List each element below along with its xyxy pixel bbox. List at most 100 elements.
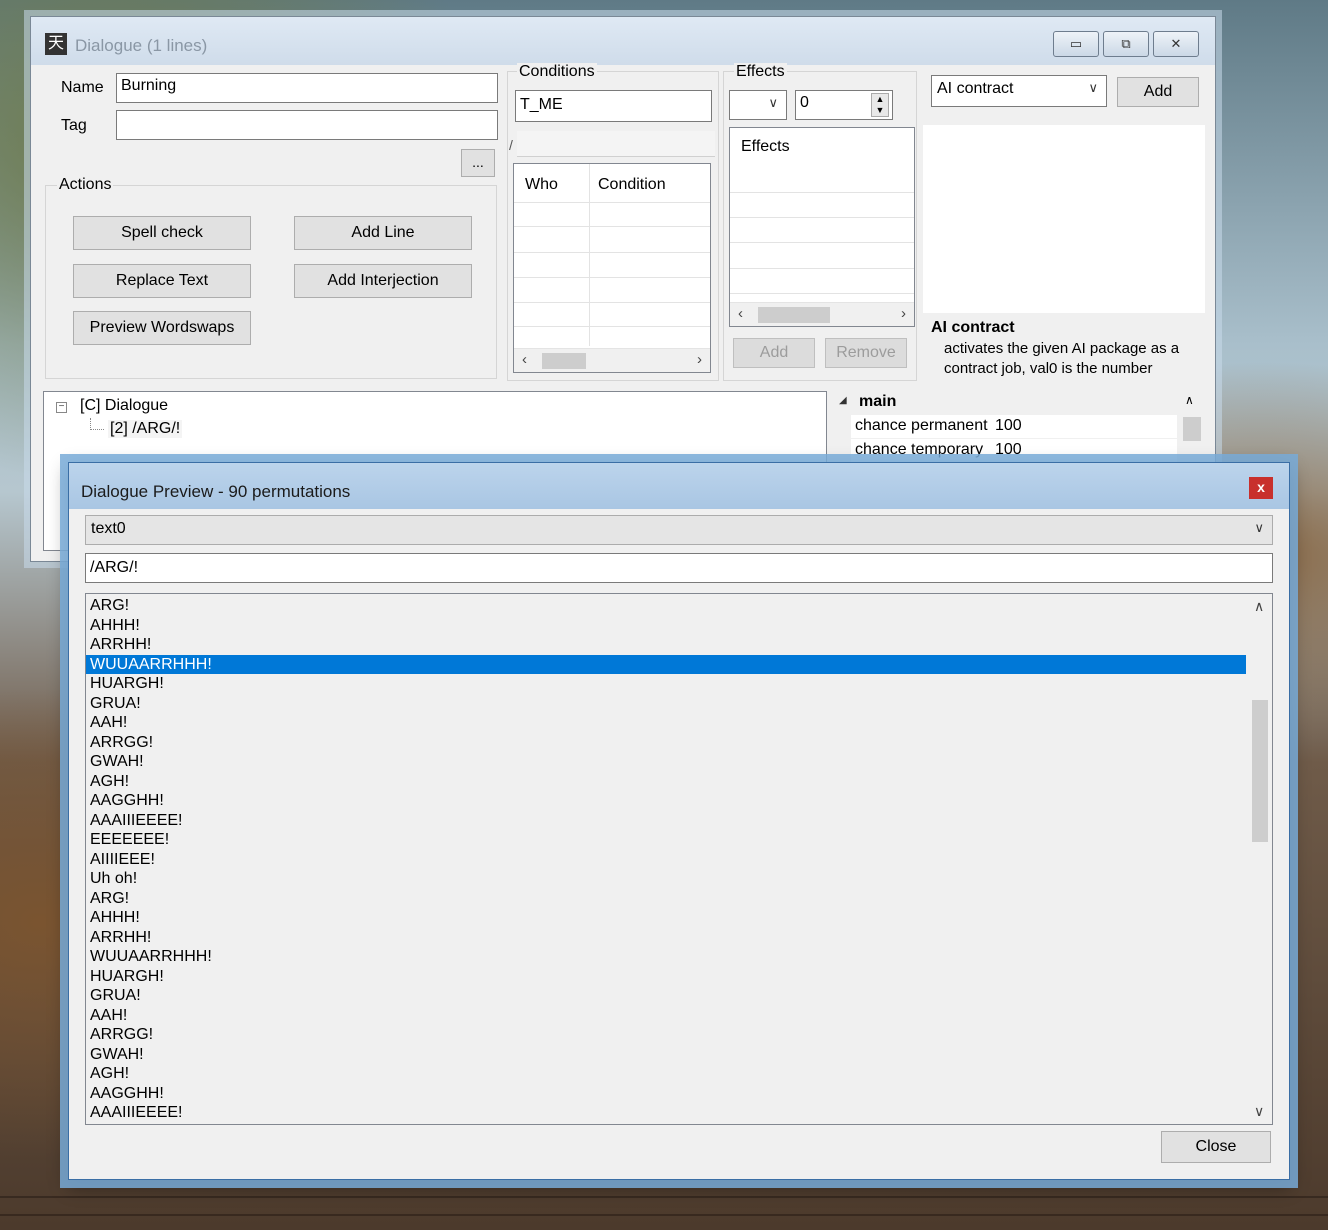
effects-remove-button[interactable]: Remove <box>825 338 907 368</box>
conditions-list[interactable]: Who Condition ‹ › <box>513 163 711 373</box>
tree-expand-icon[interactable]: − <box>56 402 67 413</box>
list-item[interactable]: HUARGH! <box>86 674 1246 694</box>
list-item[interactable]: AHHH! <box>86 908 1246 928</box>
scroll-right-icon[interactable]: › <box>901 305 906 322</box>
who-column-header[interactable]: Who <box>525 176 558 194</box>
effect-number-value: 0 <box>800 94 809 111</box>
row-divider <box>730 217 914 218</box>
row-divider <box>514 326 710 327</box>
property-grid[interactable]: ◢ main chance permanent 100 chance tempo… <box>827 391 1203 463</box>
ai-contract-list[interactable] <box>923 125 1205 313</box>
scroll-thumb[interactable] <box>1183 417 1201 441</box>
scroll-thumb[interactable] <box>1252 700 1268 842</box>
list-item[interactable]: AAH! <box>86 1006 1246 1026</box>
list-item[interactable]: GWAH! <box>86 752 1246 772</box>
stepper-arrows-icon[interactable]: ▲ ▼ <box>871 93 889 117</box>
permutations-vscrollbar[interactable]: ∧ ∨ <box>1248 594 1272 1124</box>
scroll-thumb[interactable] <box>758 307 830 323</box>
replace-text-button[interactable]: Replace Text <box>73 264 251 298</box>
property-name: chance temporary <box>855 441 984 458</box>
list-item[interactable]: HUARGH! <box>86 967 1246 987</box>
list-item[interactable]: AAGGHH! <box>86 791 1246 811</box>
property-vscrollbar[interactable]: ∧ <box>1181 391 1203 461</box>
browse-button[interactable]: ... <box>461 149 495 177</box>
ai-add-button[interactable]: Add <box>1117 77 1199 107</box>
scroll-left-icon[interactable]: ‹ <box>522 351 527 368</box>
collapse-icon[interactable]: ◢ <box>839 395 847 406</box>
restore-button[interactable]: ⧉ <box>1103 31 1149 57</box>
condition-column-header[interactable]: Condition <box>598 176 666 194</box>
scroll-left-icon[interactable]: ‹ <box>738 305 743 322</box>
list-item[interactable]: Uh oh! <box>86 869 1246 889</box>
list-item[interactable]: ARRGG! <box>86 733 1246 753</box>
add-interjection-button[interactable]: Add Interjection <box>294 264 472 298</box>
list-item[interactable]: WUUAARRHHH! <box>86 947 1246 967</box>
permutations-list[interactable]: ARG! AHHH! ARRHH! WUUAARRHHH! HUARGH! GRUA! AA… <box>85 593 1273 1125</box>
effects-hscrollbar[interactable]: ‹ › <box>730 302 914 326</box>
property-row[interactable]: chance permanent 100 <box>851 415 1177 439</box>
list-item[interactable]: GWAH! <box>86 1045 1246 1065</box>
close-button[interactable]: Close <box>1161 1131 1271 1163</box>
list-item[interactable]: EEEEEEE! <box>86 830 1246 850</box>
tree-child-node[interactable]: [2] /ARG/! <box>108 420 183 438</box>
conditions-label: Conditions <box>517 63 597 81</box>
close-window-button[interactable]: ✕ <box>1153 31 1199 57</box>
effects-add-button[interactable]: Add <box>733 338 815 368</box>
minimize-button[interactable]: ▭ <box>1053 31 1099 57</box>
list-item[interactable]: ARRHH! <box>86 928 1246 948</box>
property-value[interactable]: 100 <box>995 441 1022 459</box>
ai-contract-heading: AI contract <box>931 319 1015 336</box>
chevron-down-icon: ∨ <box>1088 80 1098 95</box>
spell-check-button[interactable]: Spell check <box>73 216 251 250</box>
ai-package-dropdown[interactable]: AI contract ∨ <box>931 75 1107 107</box>
effect-type-dropdown[interactable]: ∨ <box>729 90 787 120</box>
chevron-down-icon: ∨ <box>1254 520 1264 535</box>
list-item[interactable]: AHHH! <box>86 616 1246 636</box>
conditions-hscrollbar[interactable]: ‹ › <box>514 348 710 372</box>
name-label: Name <box>61 79 104 96</box>
preview-title: Dialogue Preview - 90 permutations <box>81 482 351 501</box>
actions-label: Actions <box>57 176 114 194</box>
list-item[interactable]: AAH! <box>86 713 1246 733</box>
row-divider <box>730 293 914 294</box>
list-item[interactable]: GRUA! <box>86 986 1246 1006</box>
preview-window: Dialogue Preview - 90 permutations x tex… <box>68 462 1290 1180</box>
pattern-field[interactable]: /ARG/! <box>85 553 1273 583</box>
preview-wordswaps-button[interactable]: Preview Wordswaps <box>73 311 251 345</box>
tag-field[interactable] <box>116 110 498 140</box>
conditions-field[interactable]: T_ME <box>515 90 712 122</box>
effects-label: Effects <box>734 63 787 81</box>
scroll-up-icon[interactable]: ∧ <box>1254 598 1264 615</box>
property-value[interactable]: 100 <box>995 417 1022 435</box>
row-divider <box>514 302 710 303</box>
add-line-button[interactable]: Add Line <box>294 216 472 250</box>
list-item[interactable]: AAAIIIEEEE! <box>86 811 1246 831</box>
scroll-up-icon[interactable]: ∧ <box>1185 393 1194 407</box>
list-item[interactable]: AGH! <box>86 772 1246 792</box>
list-item[interactable]: AAAIIIEEEE! <box>86 1103 1246 1123</box>
dialogue-titlebar[interactable]: 天 Dialogue (1 lines) ▭ ⧉ ✕ <box>31 17 1215 65</box>
list-item[interactable]: GRUA! <box>86 694 1246 714</box>
scroll-right-icon[interactable]: › <box>697 351 702 368</box>
name-field[interactable]: Burning <box>116 73 498 103</box>
scroll-down-icon[interactable]: ∨ <box>1254 1103 1264 1120</box>
preview-close-icon[interactable]: x <box>1249 477 1273 499</box>
list-item[interactable]: AAGGHH! <box>86 1084 1246 1104</box>
list-item[interactable]: WUUAARRHHH! <box>86 654 1246 674</box>
tree-root-node[interactable]: [C] Dialogue <box>80 397 168 415</box>
effects-list[interactable]: Effects ‹ › <box>729 127 915 327</box>
property-row[interactable]: chance temporary 100 <box>851 439 1177 463</box>
window-title: Dialogue (1 lines) <box>75 36 208 55</box>
scroll-thumb[interactable] <box>542 353 586 369</box>
preview-titlebar[interactable]: Dialogue Preview - 90 permutations x <box>69 463 1289 509</box>
list-item[interactable]: ARG! <box>86 889 1246 909</box>
list-item[interactable]: ARRHH! <box>86 635 1246 655</box>
list-item[interactable]: ARRGG! <box>86 1025 1246 1045</box>
app-icon: 天 <box>45 33 67 55</box>
list-item[interactable]: ARG! <box>86 596 1246 616</box>
effects-column-header[interactable]: Effects <box>741 138 790 156</box>
list-item[interactable]: AGH! <box>86 1064 1246 1084</box>
text-selector-dropdown[interactable]: text0 ∨ <box>85 515 1273 545</box>
list-item[interactable]: AIIIIEEE! <box>86 850 1246 870</box>
conditions-tab[interactable]: / <box>509 137 513 153</box>
